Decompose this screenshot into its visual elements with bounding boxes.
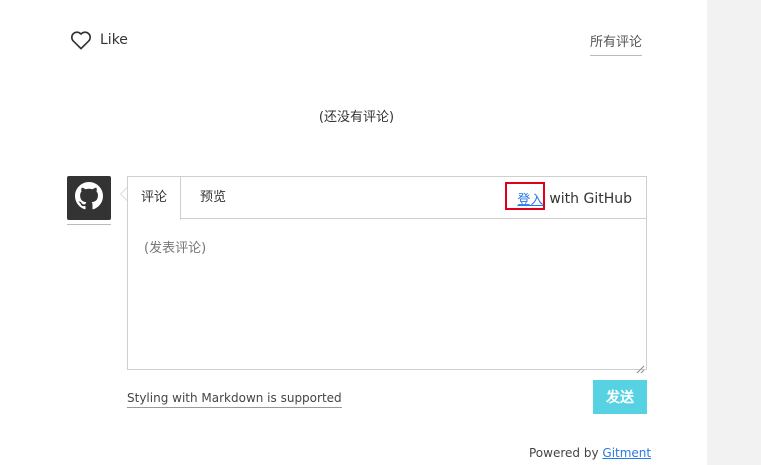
login-prompt: 登入 with GitHub bbox=[505, 182, 632, 210]
comment-editor: 评论 预览 登入 with GitHub bbox=[127, 176, 647, 374]
login-link-label: 登入 bbox=[517, 193, 544, 208]
comment-textarea[interactable] bbox=[128, 219, 646, 369]
avatar-divider bbox=[67, 224, 111, 225]
like-button[interactable]: Like bbox=[70, 28, 128, 52]
send-button[interactable]: 发送 bbox=[593, 380, 647, 414]
tab-preview[interactable]: 预览 bbox=[188, 177, 238, 219]
tab-write[interactable]: 评论 bbox=[128, 177, 181, 220]
resize-handle-icon[interactable] bbox=[636, 359, 645, 374]
all-comments-link[interactable]: 所有评论 bbox=[590, 31, 643, 56]
powered-by: Powered by Gitment bbox=[529, 446, 651, 460]
markdown-help-link[interactable]: Styling with Markdown is supported bbox=[127, 391, 342, 408]
login-link[interactable]: 登入 bbox=[505, 182, 546, 210]
gitment-container: Like 所有评论 (还没有评论) 评论 预览 登入 with GitHub (… bbox=[0, 0, 707, 465]
editor-tabs: 评论 预览 登入 with GitHub bbox=[128, 177, 646, 220]
powered-prefix: Powered by bbox=[529, 446, 599, 460]
github-icon bbox=[75, 182, 103, 214]
heart-icon bbox=[70, 30, 92, 50]
avatar[interactable] bbox=[67, 176, 111, 220]
empty-comments-message: (还没有评论) bbox=[318, 110, 395, 125]
gitment-link[interactable]: Gitment bbox=[602, 446, 651, 460]
login-suffix: with GitHub bbox=[549, 190, 632, 207]
like-label: Like bbox=[100, 32, 128, 48]
